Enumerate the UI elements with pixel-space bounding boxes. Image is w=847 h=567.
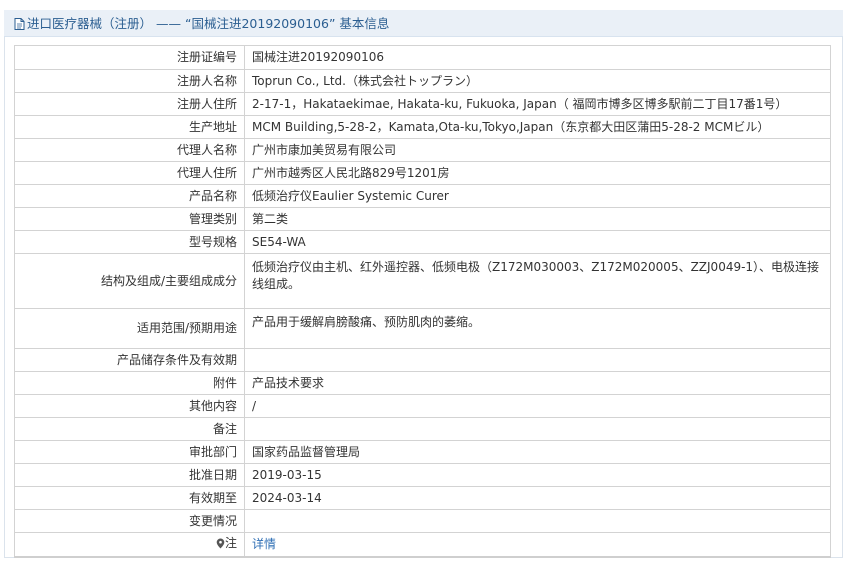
table-row: 管理类别 第二类 [14, 207, 831, 231]
field-label: 审批部门 [14, 440, 245, 464]
field-label: 变更情况 [14, 509, 245, 533]
table-row: 有效期至 2024-03-14 [14, 486, 831, 510]
field-value: 产品用于缓解肩膀酸痛、预防肌肉的萎缩。 [244, 308, 831, 349]
table-row: 其他内容 / [14, 394, 831, 418]
table-row: 生产地址 MCM Building,5-28-2，Kamata,Ota-ku,T… [14, 115, 831, 139]
table-row: 代理人住所 广州市越秀区人民北路829号1201房 [14, 161, 831, 185]
field-label: 附件 [14, 371, 245, 395]
table-row: 适用范围/预期用途 产品用于缓解肩膀酸痛、预防肌肉的萎缩。 [14, 308, 831, 349]
field-label: 备注 [14, 417, 245, 441]
breadcrumb-separator: —— [156, 16, 181, 31]
field-value: 国家药品监督管理局 [244, 440, 831, 464]
field-label: 代理人住所 [14, 161, 245, 185]
field-value: / [244, 394, 831, 418]
table-row: 产品储存条件及有效期 [14, 348, 831, 372]
field-value: 广州市康加美贸易有限公司 [244, 138, 831, 162]
field-value [244, 417, 831, 441]
field-label: 有效期至 [14, 486, 245, 510]
field-label: 注册证编号 [14, 45, 245, 70]
field-label: 产品储存条件及有效期 [14, 348, 245, 372]
field-value: 2-17-1，Hakataekimae, Hakata-ku, Fukuoka,… [244, 92, 831, 116]
field-value [244, 509, 831, 533]
table-row: 结构及组成/主要组成成分 低频治疗仪由主机、红外遥控器、低频电极（Z172M03… [14, 253, 831, 309]
table-row: 注册人名称 Toprun Co., Ltd.（株式会社トップラン） [14, 69, 831, 93]
field-label: 结构及组成/主要组成成分 [14, 253, 245, 309]
field-label: 其他内容 [14, 394, 245, 418]
note-label-cell: 注 [14, 532, 245, 557]
field-label: 管理类别 [14, 207, 245, 231]
note-label: 注 [224, 536, 237, 550]
table-row: 型号规格 SE54-WA [14, 230, 831, 254]
field-value: 2019-03-15 [244, 463, 831, 487]
table-row: 注册证编号 国械注进20192090106 [14, 45, 831, 70]
table-row: 变更情况 [14, 509, 831, 533]
field-label: 代理人名称 [14, 138, 245, 162]
table-row: 注 详情 [14, 532, 831, 557]
field-value: 低频治疗仪Eaulier Systemic Curer [244, 184, 831, 208]
field-value: SE54-WA [244, 230, 831, 254]
breadcrumb-category: 进口医疗器械（注册） [27, 16, 153, 31]
table-row: 附件 产品技术要求 [14, 371, 831, 395]
field-value: 第二类 [244, 207, 831, 231]
map-pin-icon [216, 537, 225, 554]
page-header: 进口医疗器械（注册） —— “国械注进20192090106” 基本信息 [4, 10, 843, 37]
table-row: 批准日期 2019-03-15 [14, 463, 831, 487]
field-label: 注册人住所 [14, 92, 245, 116]
field-value: Toprun Co., Ltd.（株式会社トップラン） [244, 69, 831, 93]
device-info-table: 注册证编号 国械注进20192090106 注册人名称 Toprun Co., … [14, 45, 831, 557]
field-label: 注册人名称 [14, 69, 245, 93]
table-row: 备注 [14, 417, 831, 441]
field-label: 适用范围/预期用途 [14, 308, 245, 349]
table-row: 代理人名称 广州市康加美贸易有限公司 [14, 138, 831, 162]
table-bottom-border [14, 556, 831, 558]
breadcrumb-record: “国械注进20192090106” [184, 16, 336, 31]
table-row: 注册人住所 2-17-1，Hakataekimae, Hakata-ku, Fu… [14, 92, 831, 116]
field-value: 国械注进20192090106 [244, 45, 831, 70]
field-value: 产品技术要求 [244, 371, 831, 395]
field-value: 2024-03-14 [244, 486, 831, 510]
details-link[interactable]: 详情 [252, 537, 276, 551]
document-icon [14, 12, 25, 39]
table-row: 产品名称 低频治疗仪Eaulier Systemic Curer [14, 184, 831, 208]
field-label: 产品名称 [14, 184, 245, 208]
field-label: 批准日期 [14, 463, 245, 487]
field-label: 生产地址 [14, 115, 245, 139]
note-value-cell: 详情 [244, 532, 831, 557]
field-label: 型号规格 [14, 230, 245, 254]
field-value: MCM Building,5-28-2，Kamata,Ota-ku,Tokyo,… [244, 115, 831, 139]
field-value: 广州市越秀区人民北路829号1201房 [244, 161, 831, 185]
breadcrumb-suffix: 基本信息 [339, 16, 390, 31]
field-value [244, 348, 831, 372]
field-value: 低频治疗仪由主机、红外遥控器、低频电极（Z172M030003、Z172M020… [244, 253, 831, 309]
table-row: 审批部门 国家药品监督管理局 [14, 440, 831, 464]
